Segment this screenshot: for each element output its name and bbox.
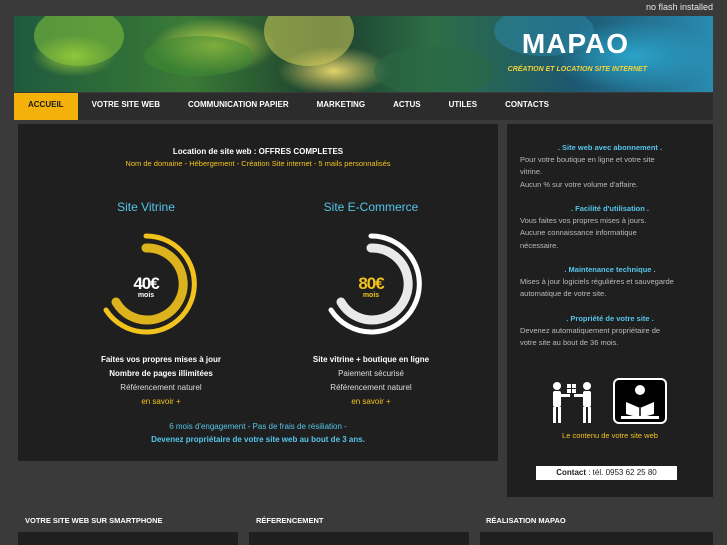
plan-feature: Faites vos propres mises à jour: [100, 355, 222, 364]
sidebar-heading: . Facilité d'utilisation .: [570, 204, 650, 213]
plan-feature: Nombre de pages illimitées: [109, 369, 213, 378]
footer-panel-smartphone: [18, 532, 238, 545]
people-exchange-icon: [553, 382, 591, 423]
sidebar-line: automatique de votre site.: [520, 289, 607, 299]
nav-item-utiles[interactable]: UTILES: [435, 93, 491, 120]
plan-ecommerce-more-link[interactable]: en savoir +: [251, 395, 491, 409]
sidebar-line: Aucun % sur votre volume d'affaire.: [520, 179, 639, 189]
footer-heading-smartphone: VOTRE SITE WEB SUR SMARTPHONE: [25, 516, 163, 525]
nav-item-contacts[interactable]: CONTACTS: [491, 93, 563, 120]
reader-book-icon[interactable]: [613, 378, 667, 424]
offers-ownership: Devenez propriétaire de votre site web a…: [151, 435, 365, 444]
sidebar-picto-caption: Le contenu de votre site web: [562, 431, 658, 440]
plan-ecommerce-period: mois: [362, 292, 380, 299]
sidebar-line: votre site au bout de 36 mois.: [520, 338, 619, 348]
sidebar-line: vitrine.: [520, 167, 543, 177]
sidebar-line: Devenez automatiquement propriétaire de: [520, 326, 661, 336]
offers-subheading: Nom de domaine - Hébergement - Création …: [125, 159, 391, 168]
seaweed-decoration: [34, 16, 124, 66]
top-bar: no flash installed: [0, 0, 727, 14]
plan-vitrine-price: 40€ mois: [90, 274, 202, 299]
plan-vitrine-more-link[interactable]: en savoir +: [41, 395, 281, 409]
nav-item-accueil[interactable]: ACCUEIL: [14, 93, 78, 120]
header-banner: MAPAO CRÉATION ET LOCATION SITE INTERNET: [14, 16, 713, 92]
sidebar-block-maintenance: . Maintenance technique . Mises à jour l…: [520, 264, 700, 301]
nav-item-actus[interactable]: ACTUS: [379, 93, 435, 120]
offers-terms: 6 mois d'engagement - Pas de frais de ré…: [169, 422, 347, 431]
sidebar: . Site web avec abonnement . Pour votre …: [507, 124, 713, 497]
sidebar-heading: . Propriété de votre site .: [566, 314, 654, 323]
sidebar-heading: . Site web avec abonnement .: [557, 143, 663, 152]
contact-phone-box[interactable]: Contact : tél. 0953 62 25 80: [536, 466, 677, 480]
sidebar-block-abonnement: . Site web avec abonnement . Pour votre …: [520, 142, 700, 191]
site-logo-title[interactable]: MAPAO: [522, 28, 629, 60]
sidebar-line: Vous faites vos propres mises à jours.: [520, 216, 647, 226]
plan-vitrine-title-wrap: Site Vitrine: [26, 200, 266, 214]
footer-heading-realisation: RÉALISATION MAPAO: [486, 516, 566, 525]
footer-panel-referencement: [249, 532, 469, 545]
footer-heading-referencement: RÉFERENCEMENT: [256, 516, 324, 525]
contact-label: Contact: [556, 468, 587, 477]
sidebar-heading: . Maintenance technique .: [564, 265, 656, 274]
seaweed-decoration: [264, 16, 354, 66]
plan-ecommerce-price: 80€ mois: [315, 274, 427, 299]
plan-vitrine-title[interactable]: Site Vitrine: [26, 200, 266, 214]
nav-item-marketing[interactable]: MARKETING: [303, 93, 379, 120]
plan-ecommerce-features: Site vitrine + boutique en ligne Paiemen…: [251, 353, 491, 409]
sidebar-line: Mises à jour logiciels régulières et sau…: [520, 277, 674, 287]
plan-ecommerce-title-wrap: Site E-Commerce: [251, 200, 491, 214]
plan-feature: Site vitrine + boutique en ligne: [312, 355, 430, 364]
offers-panel: Location de site web : OFFRES COMPLETES …: [18, 124, 498, 461]
seaweed-decoration: [144, 36, 254, 76]
sidebar-line: Pour votre boutique en ligne et votre si…: [520, 155, 655, 165]
plan-vitrine-period: mois: [137, 292, 155, 299]
seaweed-decoration: [374, 46, 494, 92]
plan-vitrine-amount: 40€: [133, 274, 159, 293]
plan-ecommerce-amount: 80€: [358, 274, 384, 293]
footer-panel-realisation: [480, 532, 713, 545]
plan-feature: Paiement sécurisé: [338, 369, 404, 378]
nav-item-communication-papier[interactable]: COMMUNICATION PAPIER: [174, 93, 303, 120]
sidebar-block-facilite: . Facilité d'utilisation . Vous faites v…: [520, 203, 700, 252]
sidebar-line: nécessaire.: [520, 240, 559, 250]
main-nav: ACCUEIL VOTRE SITE WEB COMMUNICATION PAP…: [14, 93, 713, 120]
site-tagline: CRÉATION ET LOCATION SITE INTERNET: [507, 66, 647, 73]
plan-feature: Référencement naturel: [330, 383, 412, 392]
offers-heading: Location de site web : OFFRES COMPLETES: [172, 147, 344, 156]
sidebar-block-propriete: . Propriété de votre site . Devenez auto…: [520, 313, 700, 350]
sidebar-line: Aucune connaissance informatique: [520, 228, 637, 238]
flash-notice: no flash installed: [645, 2, 713, 12]
nav-item-votre-site-web[interactable]: VOTRE SITE WEB: [78, 93, 174, 120]
plan-ecommerce-title[interactable]: Site E-Commerce: [251, 200, 491, 214]
plan-vitrine-features: Faites vos propres mises à jour Nombre d…: [41, 353, 281, 409]
plan-feature: Référencement naturel: [120, 383, 202, 392]
contact-phone: : tél. 0953 62 25 80: [586, 468, 657, 477]
